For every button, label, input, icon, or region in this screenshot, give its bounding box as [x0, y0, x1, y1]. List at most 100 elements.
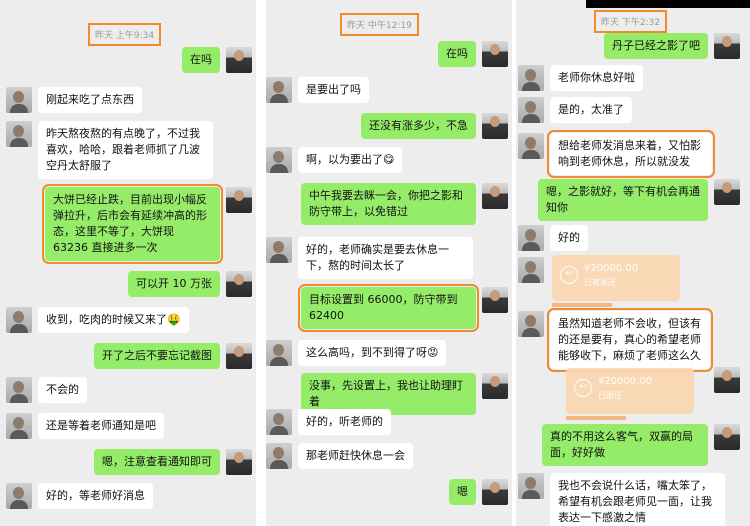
- message-row: 还没有涨多少，不急: [355, 113, 508, 139]
- message-bubble[interactable]: 可以开 10 万张: [128, 271, 220, 297]
- message-bubble[interactable]: 开了之后不要忘记截图: [94, 343, 220, 369]
- avatar[interactable]: [266, 340, 292, 366]
- transfer-status: 已退还: [598, 391, 622, 400]
- message-row: [714, 367, 740, 393]
- cropped-edge: [586, 0, 750, 8]
- message-row: 开了之后不要忘记截图: [88, 343, 252, 369]
- message-bubble[interactable]: 想给老师发消息来着，又怕影响到老师休息，所以就没发: [547, 130, 715, 178]
- message-bubble[interactable]: 好的，等老师好消息: [38, 483, 153, 509]
- avatar[interactable]: [714, 367, 740, 393]
- avatar[interactable]: [482, 183, 508, 209]
- message-bubble[interactable]: 在吗: [182, 47, 220, 73]
- avatar[interactable]: [6, 121, 32, 147]
- avatar[interactable]: [6, 413, 32, 439]
- message-bubble[interactable]: 嗯: [449, 479, 476, 505]
- transfer-card[interactable]: ↩ ¥20000.00 已被退还: [552, 255, 680, 307]
- avatar[interactable]: [226, 343, 252, 369]
- message-row: 中午我要去眯一会，你把之影和防守带上，以免错过: [295, 183, 508, 225]
- avatar[interactable]: [266, 77, 292, 103]
- message-bubble[interactable]: 刚起来吃了点东西: [38, 87, 142, 113]
- message-row: 我也不会说什么话，嘴太笨了，希望有机会跟老师见一面，让我表达一下感激之情: [518, 473, 731, 526]
- chat-panel-1: 昨天 上午9:34 在吗 刚起来吃了点东西 昨天熬夜熬的有点晚了，不过我喜欢，哈…: [0, 0, 256, 526]
- message-bubble[interactable]: 老师你休息好啦: [550, 65, 643, 91]
- message-row: 好的: [518, 225, 594, 251]
- avatar[interactable]: [518, 473, 544, 499]
- message-bubble[interactable]: 我也不会说什么话，嘴太笨了，希望有机会跟老师见一面，让我表达一下感激之情: [550, 473, 725, 526]
- message-row: 好的，老师确实是要去休息一下，熬的时间太长了: [266, 237, 479, 279]
- message-row: 可以开 10 万张: [122, 271, 252, 297]
- avatar[interactable]: [518, 65, 544, 91]
- avatar[interactable]: [482, 373, 508, 399]
- message-bubble[interactable]: 在吗: [438, 41, 476, 67]
- avatar[interactable]: [266, 147, 292, 173]
- avatar[interactable]: [266, 237, 292, 263]
- message-bubble[interactable]: 还没有涨多少，不急: [361, 113, 476, 139]
- avatar[interactable]: [226, 271, 252, 297]
- message-bubble[interactable]: 那老师赶快休息一会: [298, 443, 413, 469]
- avatar[interactable]: [714, 179, 740, 205]
- avatar[interactable]: [518, 311, 544, 337]
- avatar[interactable]: [518, 133, 544, 159]
- avatar[interactable]: [518, 257, 544, 283]
- transfer-status: 已被退还: [584, 278, 616, 287]
- avatar[interactable]: [482, 113, 508, 139]
- message-row: 昨天熬夜熬的有点晚了，不过我喜欢，哈哈，跟着老师抓了几波空丹太舒服了: [6, 121, 219, 179]
- message-row: 虽然知道老师不会收，但该有的还是要有，真心的希望老师能够收下，麻烦了老师这么久: [518, 308, 716, 372]
- message-bubble[interactable]: 丹子已经之影了吧: [604, 33, 708, 59]
- transfer-amount: ¥20000.00: [584, 263, 639, 274]
- message-row: 想给老师发消息来着，又怕影响到老师休息，所以就没发: [518, 130, 718, 178]
- message-bubble[interactable]: 嗯，之影就好，等下有机会再通知你: [538, 179, 708, 221]
- message-row: 嗯，之影就好，等下有机会再通知你: [532, 179, 740, 221]
- timestamp: 昨天 下午2:32: [594, 10, 668, 33]
- message-row: 不会的: [6, 377, 93, 403]
- transfer-footer: [552, 303, 612, 307]
- message-bubble[interactable]: 是要出了吗: [298, 77, 369, 103]
- message-row: 老师你休息好啦: [518, 65, 649, 91]
- message-bubble[interactable]: 昨天熬夜熬的有点晚了，不过我喜欢，哈哈，跟着老师抓了几波空丹太舒服了: [38, 121, 213, 179]
- message-bubble[interactable]: 好的: [550, 225, 588, 251]
- message-bubble[interactable]: 这么高吗，到不到得了呀😡: [298, 340, 447, 366]
- message-bubble[interactable]: 收到，吃肉的时候又来了🤑: [38, 307, 189, 333]
- message-row: 目标设置到 66000，防守带到 62400: [295, 284, 508, 332]
- message-row: 嗯，注意查看通知即可: [88, 449, 252, 475]
- message-row: 那老师赶快休息一会: [266, 443, 419, 469]
- message-row: 好的，等老师好消息: [6, 483, 159, 509]
- message-bubble[interactable]: 目标设置到 66000，防守带到 62400: [298, 284, 479, 332]
- message-row: 是要出了吗: [266, 77, 375, 103]
- message-bubble[interactable]: 好的，听老师的: [298, 409, 391, 435]
- message-bubble[interactable]: 大饼已经止跌，目前出现小幅反弹拉升，后市会有延续冲高的形态，这里不等了，大饼现 …: [42, 184, 223, 264]
- avatar[interactable]: [518, 97, 544, 123]
- transfer-icon: ↩: [560, 266, 578, 284]
- avatar[interactable]: [714, 424, 740, 450]
- avatar[interactable]: [226, 449, 252, 475]
- avatar[interactable]: [6, 483, 32, 509]
- avatar[interactable]: [482, 287, 508, 313]
- message-bubble[interactable]: 不会的: [38, 377, 87, 403]
- message-bubble[interactable]: 真的不用这么客气，双赢的局面，好好做: [542, 424, 708, 466]
- message-row: 丹子已经之影了吧: [598, 33, 740, 59]
- avatar[interactable]: [6, 307, 32, 333]
- avatar[interactable]: [6, 377, 32, 403]
- avatar[interactable]: [482, 479, 508, 505]
- avatar[interactable]: [266, 443, 292, 469]
- timestamp: 昨天 中午12:19: [340, 13, 419, 36]
- avatar[interactable]: [482, 41, 508, 67]
- avatar[interactable]: [6, 87, 32, 113]
- avatar[interactable]: [226, 47, 252, 73]
- avatar[interactable]: [266, 409, 292, 435]
- message-bubble[interactable]: 嗯，注意查看通知即可: [94, 449, 220, 475]
- message-bubble[interactable]: 是的，太准了: [550, 97, 632, 123]
- message-bubble[interactable]: 好的，老师确实是要去休息一下，熬的时间太长了: [298, 237, 473, 279]
- message-bubble[interactable]: 啊，以为要出了😋: [298, 147, 403, 173]
- message-bubble[interactable]: 还是等着老师通知是吧: [38, 413, 164, 439]
- timestamp: 昨天 上午9:34: [88, 23, 162, 46]
- chat-panel-3: 昨天 下午2:32 丹子已经之影了吧 老师你休息好啦 是的，太准了 想给老师发消…: [516, 0, 750, 526]
- avatar[interactable]: [714, 33, 740, 59]
- message-bubble[interactable]: 中午我要去眯一会，你把之影和防守带上，以免错过: [301, 183, 476, 225]
- message-row: 刚起来吃了点东西: [6, 87, 148, 113]
- message-bubble[interactable]: 虽然知道老师不会收，但该有的还是要有，真心的希望老师能够收下，麻烦了老师这么久: [547, 308, 713, 372]
- avatar[interactable]: [226, 187, 252, 213]
- transfer-card[interactable]: ↩ ¥20000.00 已退还: [566, 368, 694, 420]
- avatar[interactable]: [518, 225, 544, 251]
- message-row: 还是等着老师通知是吧: [6, 413, 170, 439]
